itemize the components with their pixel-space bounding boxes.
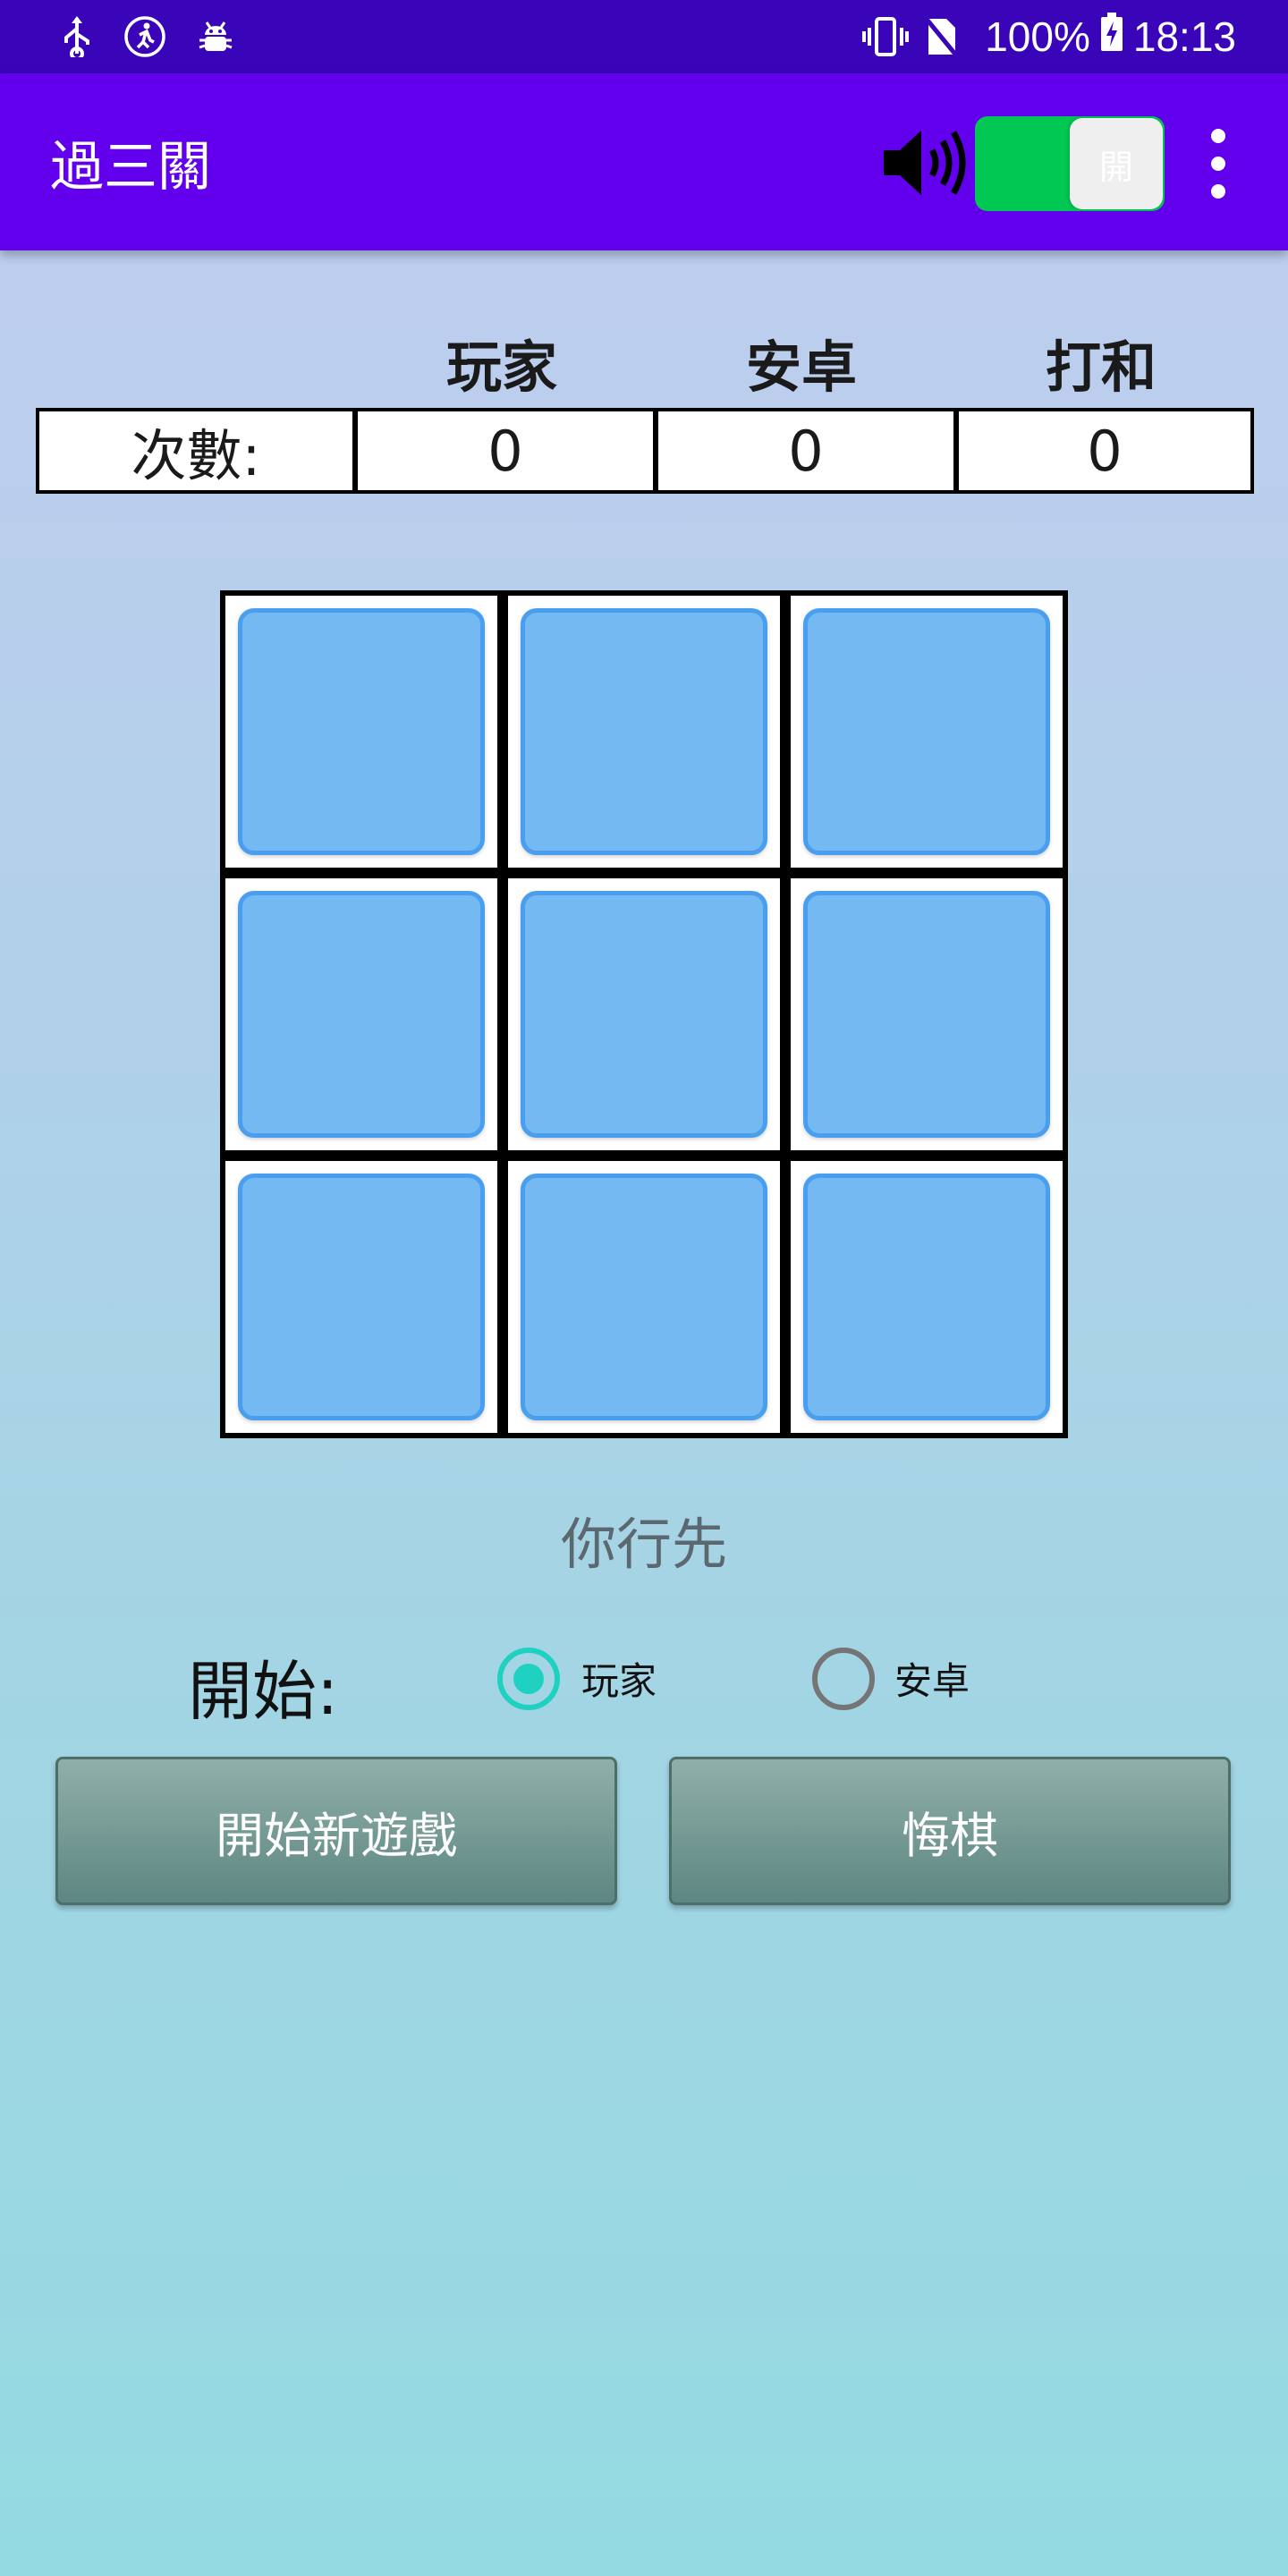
- radio-start-android[interactable]: [812, 1648, 875, 1710]
- board-tile-8[interactable]: [521, 1174, 767, 1420]
- accessibility-icon: [123, 0, 166, 73]
- battery-percent: 100%: [985, 13, 1090, 60]
- undo-button[interactable]: 悔棋: [669, 1757, 1231, 1905]
- score-android: 0: [653, 411, 953, 490]
- score-table: 次數: 0 0 0: [36, 408, 1254, 494]
- board-tile-7[interactable]: [238, 1174, 485, 1420]
- score-row-label: 次數:: [131, 423, 261, 488]
- board-cell: [791, 878, 1063, 1150]
- sound-toggle-switch[interactable]: 開: [975, 116, 1165, 211]
- vibrate-icon: [860, 0, 911, 73]
- score-player: 0: [352, 411, 653, 490]
- start-label: 開始:: [188, 1654, 339, 1729]
- clock: 18:13: [1132, 13, 1236, 60]
- board-tile-5[interactable]: [521, 891, 767, 1138]
- board-tile-2[interactable]: [521, 608, 767, 855]
- status-text: 100% 18:13: [976, 0, 1236, 73]
- android-debug-icon: [195, 0, 236, 73]
- board-cell: [225, 596, 497, 868]
- battery-charging-icon: [1099, 12, 1124, 62]
- radio-label-player[interactable]: 玩家: [581, 1651, 657, 1706]
- new-game-button[interactable]: 開始新遊戲: [55, 1757, 617, 1905]
- board-tile-9[interactable]: [803, 1174, 1050, 1420]
- score-header-android: 安卓: [745, 335, 857, 400]
- speaker-icon[interactable]: [880, 125, 979, 200]
- board-tile-3[interactable]: [803, 608, 1050, 855]
- board-tile-6[interactable]: [803, 891, 1050, 1138]
- board-tile-1[interactable]: [238, 608, 485, 855]
- app-bar: 過三關 開: [0, 73, 1288, 250]
- board-tile-4[interactable]: [238, 891, 485, 1138]
- radio-start-player[interactable]: [497, 1648, 560, 1710]
- score-header-draw: 打和: [1045, 335, 1157, 400]
- status-bar: 100% 18:13: [0, 0, 1288, 73]
- board-cell: [508, 596, 780, 868]
- score-draw: 0: [953, 411, 1250, 490]
- sound-toggle-thumb: 開: [1070, 118, 1163, 209]
- board-cell: [791, 1161, 1063, 1433]
- turn-message: 你行先: [560, 1512, 727, 1577]
- board-cell: [508, 1161, 780, 1433]
- overflow-menu-icon[interactable]: [1199, 123, 1238, 204]
- board-cell: [225, 878, 497, 1150]
- radio-label-android[interactable]: 安卓: [894, 1651, 970, 1706]
- game-board: [220, 590, 1068, 1438]
- no-sim-icon: [921, 0, 961, 73]
- board-cell: [225, 1161, 497, 1433]
- board-cell: [791, 596, 1063, 868]
- usb-icon: [59, 0, 95, 73]
- app-title: 過三關: [50, 135, 211, 199]
- score-header-player: 玩家: [445, 335, 557, 400]
- board-cell: [508, 878, 780, 1150]
